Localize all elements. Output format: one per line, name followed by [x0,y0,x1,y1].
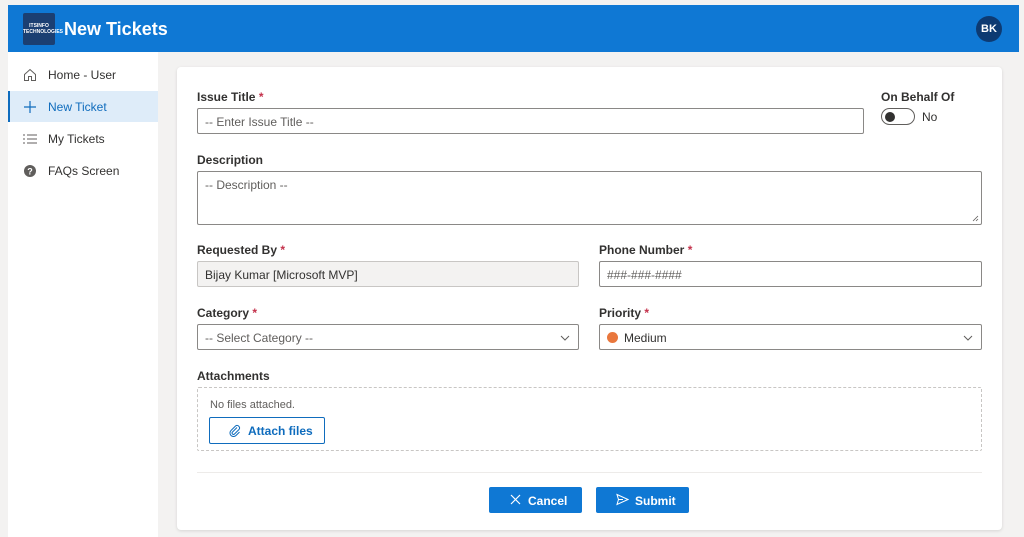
chevron-down-icon [560,335,570,341]
category-dropdown[interactable]: -- Select Category -- [197,324,579,350]
description-label: Description [197,153,264,167]
issue-title-input[interactable]: -- Enter Issue Title -- [197,108,864,134]
sidebar-item-label: My Tickets [48,132,105,146]
requested-by-label: Requested By * [197,243,286,257]
no-files-text: No files attached. [210,399,295,411]
on-behalf-toggle[interactable] [881,108,915,125]
phone-number-input[interactable]: ###-###-#### [599,261,982,287]
description-textarea[interactable]: -- Description -- [197,171,982,225]
chevron-down-icon [963,335,973,341]
priority-label: Priority * [599,306,650,320]
send-icon [616,493,629,506]
attach-files-button[interactable]: Attach files [209,417,325,444]
category-label: Category * [197,306,258,320]
sidebar-item-faqs[interactable]: ? FAQs Screen [8,155,158,186]
issue-title-label: Issue Title * [197,90,264,104]
cancel-button[interactable]: Cancel [489,487,582,513]
paperclip-icon [229,425,240,437]
sidebar-item-new-ticket[interactable]: New Ticket [8,91,158,122]
user-avatar[interactable]: BK [976,16,1002,42]
list-icon [23,134,37,144]
sidebar-item-label: New Ticket [48,100,107,114]
phone-number-label: Phone Number * [599,243,693,257]
on-behalf-value: No [922,110,938,124]
ticket-form: Issue Title * -- Enter Issue Title -- On… [177,67,1002,530]
svg-text:?: ? [27,167,33,177]
sidebar-item-my-tickets[interactable]: My Tickets [8,123,158,154]
app-header: ITSINFO TECHNOLOGIES New Tickets BK [8,5,1019,52]
question-icon: ? [24,165,36,177]
resize-handle-icon[interactable] [972,215,979,222]
sidebar-item-home[interactable]: Home - User [8,59,158,90]
home-icon [24,68,36,81]
divider [197,472,982,473]
on-behalf-label: On Behalf Of [881,90,955,104]
attachments-label: Attachments [197,369,270,383]
sidebar-item-label: FAQs Screen [48,164,120,178]
sidebar-item-label: Home - User [48,68,117,82]
plus-icon [24,101,36,113]
requested-by-field: Bijay Kumar [Microsoft MVP] [197,261,579,287]
sidebar: Home - User New Ticket My Tickets ? FAQs… [8,52,158,537]
attachments-dropzone[interactable]: No files attached. Attach files [197,387,982,451]
toggle-knob [885,112,895,122]
submit-button[interactable]: Submit [596,487,689,513]
page-title: New Tickets [64,19,168,39]
priority-dropdown[interactable]: Medium [599,324,982,350]
company-logo: ITSINFO TECHNOLOGIES [23,13,63,45]
close-icon [510,494,521,505]
priority-dot-icon [607,332,618,343]
